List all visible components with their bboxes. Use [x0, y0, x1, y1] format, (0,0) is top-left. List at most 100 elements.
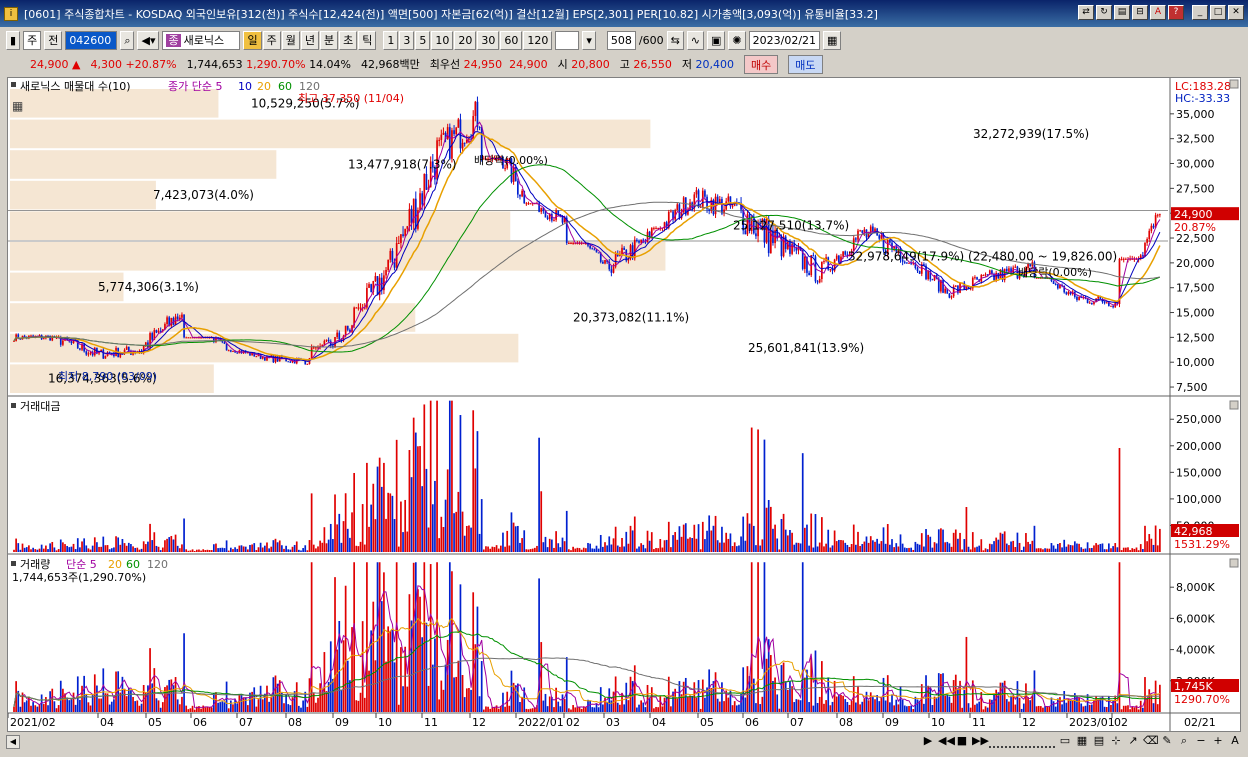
dock-icon[interactable]: ⊟	[1132, 5, 1148, 20]
amount-bar	[1020, 550, 1023, 552]
maximize-button[interactable]: □	[1210, 5, 1226, 20]
volume-bar	[257, 699, 260, 712]
table-icon[interactable]: ▤	[1092, 734, 1106, 748]
font-icon[interactable]: A	[1150, 5, 1166, 20]
search-icon[interactable]: ⌕	[120, 31, 135, 50]
chart-area[interactable]: 35,00032,50030,00027,50025,00022,50020,0…	[7, 77, 1241, 732]
period-tabs: 일주월년분초틱	[243, 31, 377, 50]
speaker-icon[interactable]: ◀▾	[137, 31, 160, 50]
candle-body	[236, 352, 239, 354]
y-tick-label: 200,000	[1176, 440, 1222, 453]
candle-body	[327, 339, 330, 342]
stop-icon[interactable]: ■	[955, 734, 969, 748]
volume-bar	[463, 697, 466, 712]
volume-bar	[302, 700, 304, 712]
interval-button[interactable]: 60	[500, 31, 523, 50]
settings-icon[interactable]: ✺	[728, 31, 746, 50]
link-icon[interactable]: ⇄	[1078, 5, 1094, 20]
amount-bar	[708, 515, 711, 552]
panel-icon[interactable]: ▭	[1058, 734, 1072, 748]
eraser-icon[interactable]: ⌫	[1143, 734, 1159, 748]
volume-bar	[204, 707, 207, 712]
save-icon[interactable]: ▣	[707, 31, 726, 50]
forward-icon[interactable]: ▶▶	[972, 734, 989, 748]
interval-button[interactable]: 1	[383, 31, 399, 50]
calendar-icon[interactable]: ▦	[823, 31, 842, 50]
candle-body	[621, 247, 623, 254]
amount-bar	[1059, 543, 1061, 552]
interval-input[interactable]	[555, 31, 580, 50]
amount-bar	[149, 523, 151, 552]
trendline-icon[interactable]: ↗	[1126, 734, 1140, 748]
period-tab[interactable]: 주	[262, 31, 281, 50]
help-icon[interactable]: ?	[1168, 5, 1184, 20]
sell-button[interactable]: 매도	[788, 54, 823, 74]
candle-body	[638, 240, 640, 243]
amount-bar	[848, 546, 851, 552]
amount-bar	[806, 524, 808, 552]
layout-icon[interactable]: ▤	[1114, 5, 1130, 20]
buy-button[interactable]: 매수	[744, 54, 779, 74]
chart-svg[interactable]: 35,00032,50030,00027,50025,00022,50020,0…	[7, 78, 1240, 731]
amount-bar	[742, 516, 745, 552]
market-select[interactable]: 주	[23, 31, 42, 50]
y-tick-label: 4,000K	[1176, 644, 1215, 657]
amount-bar	[691, 537, 694, 552]
volume-bar	[1125, 705, 1127, 712]
zoom-slider[interactable]	[989, 734, 1055, 748]
plus-icon[interactable]: +	[1211, 734, 1225, 748]
amount-bar	[731, 546, 734, 552]
all-button[interactable]: 전	[44, 31, 63, 50]
amount-bar	[102, 536, 105, 552]
font-size-icon[interactable]: A	[1228, 734, 1242, 748]
interval-button[interactable]: 5	[415, 31, 431, 50]
volume-bar	[1084, 705, 1087, 712]
stock-code-input[interactable]: 042600	[65, 31, 118, 50]
candle-body	[842, 251, 844, 257]
interval-button[interactable]: 10	[431, 31, 454, 50]
volume-bar	[1065, 702, 1068, 712]
dropdown-icon[interactable]: ▾	[582, 31, 596, 50]
count-input[interactable]: 508	[606, 31, 636, 50]
sync-icon[interactable]: ⇆	[666, 31, 684, 50]
candle-body	[557, 210, 560, 215]
volume-bar	[440, 680, 443, 712]
interval-button[interactable]: 30	[477, 31, 500, 50]
volume-bar	[878, 701, 881, 712]
volume-bar	[259, 685, 262, 712]
refresh-icon[interactable]: ↻	[1096, 5, 1112, 20]
draw-icon[interactable]: ✎	[1160, 734, 1174, 748]
amount-bar	[665, 539, 668, 552]
interval-button[interactable]: 20	[454, 31, 477, 50]
grid-icon[interactable]: ▦	[1075, 734, 1089, 748]
crosshair-icon[interactable]: ⊹	[1109, 734, 1123, 748]
play-icon[interactable]: ▶	[921, 734, 935, 748]
chart-type-icon[interactable]: ▮	[6, 31, 21, 50]
candle-body	[954, 285, 957, 287]
amount-bar	[1129, 550, 1131, 552]
amount-bar	[903, 547, 906, 552]
period-tab[interactable]: 틱	[358, 31, 377, 50]
period-tab[interactable]: 분	[319, 31, 339, 50]
close-button[interactable]: ✕	[1228, 5, 1244, 20]
amount-bar	[833, 530, 836, 552]
period-tab[interactable]: 월	[281, 31, 300, 50]
amount-bar	[1084, 548, 1087, 552]
candle-body	[306, 363, 309, 365]
indicator-icon[interactable]: ∿	[686, 31, 705, 50]
rewind-icon[interactable]: ◀◀	[938, 734, 955, 748]
volume-bar	[835, 696, 838, 712]
minus-icon[interactable]: −	[1194, 734, 1208, 748]
date-input[interactable]: 2023/02/21	[748, 31, 821, 50]
amount-bar	[472, 410, 475, 552]
period-tab[interactable]: 일	[243, 31, 262, 50]
period-tab[interactable]: 년	[300, 31, 319, 50]
minimize-button[interactable]: _	[1192, 5, 1208, 20]
candle-body	[704, 190, 706, 197]
interval-button[interactable]: 3	[399, 31, 415, 50]
toolbar: ▮ 주 전 042600 ⌕ ◀▾ 종 새로닉스 일주월년분초틱 1 3 5 10 20 3…	[0, 28, 1248, 53]
period-tab[interactable]: 초	[339, 31, 358, 50]
interval-button[interactable]: 120	[523, 31, 553, 50]
zoom-icon[interactable]: ⌕	[1177, 734, 1191, 748]
scroll-left-button[interactable]: ◀	[6, 735, 20, 749]
